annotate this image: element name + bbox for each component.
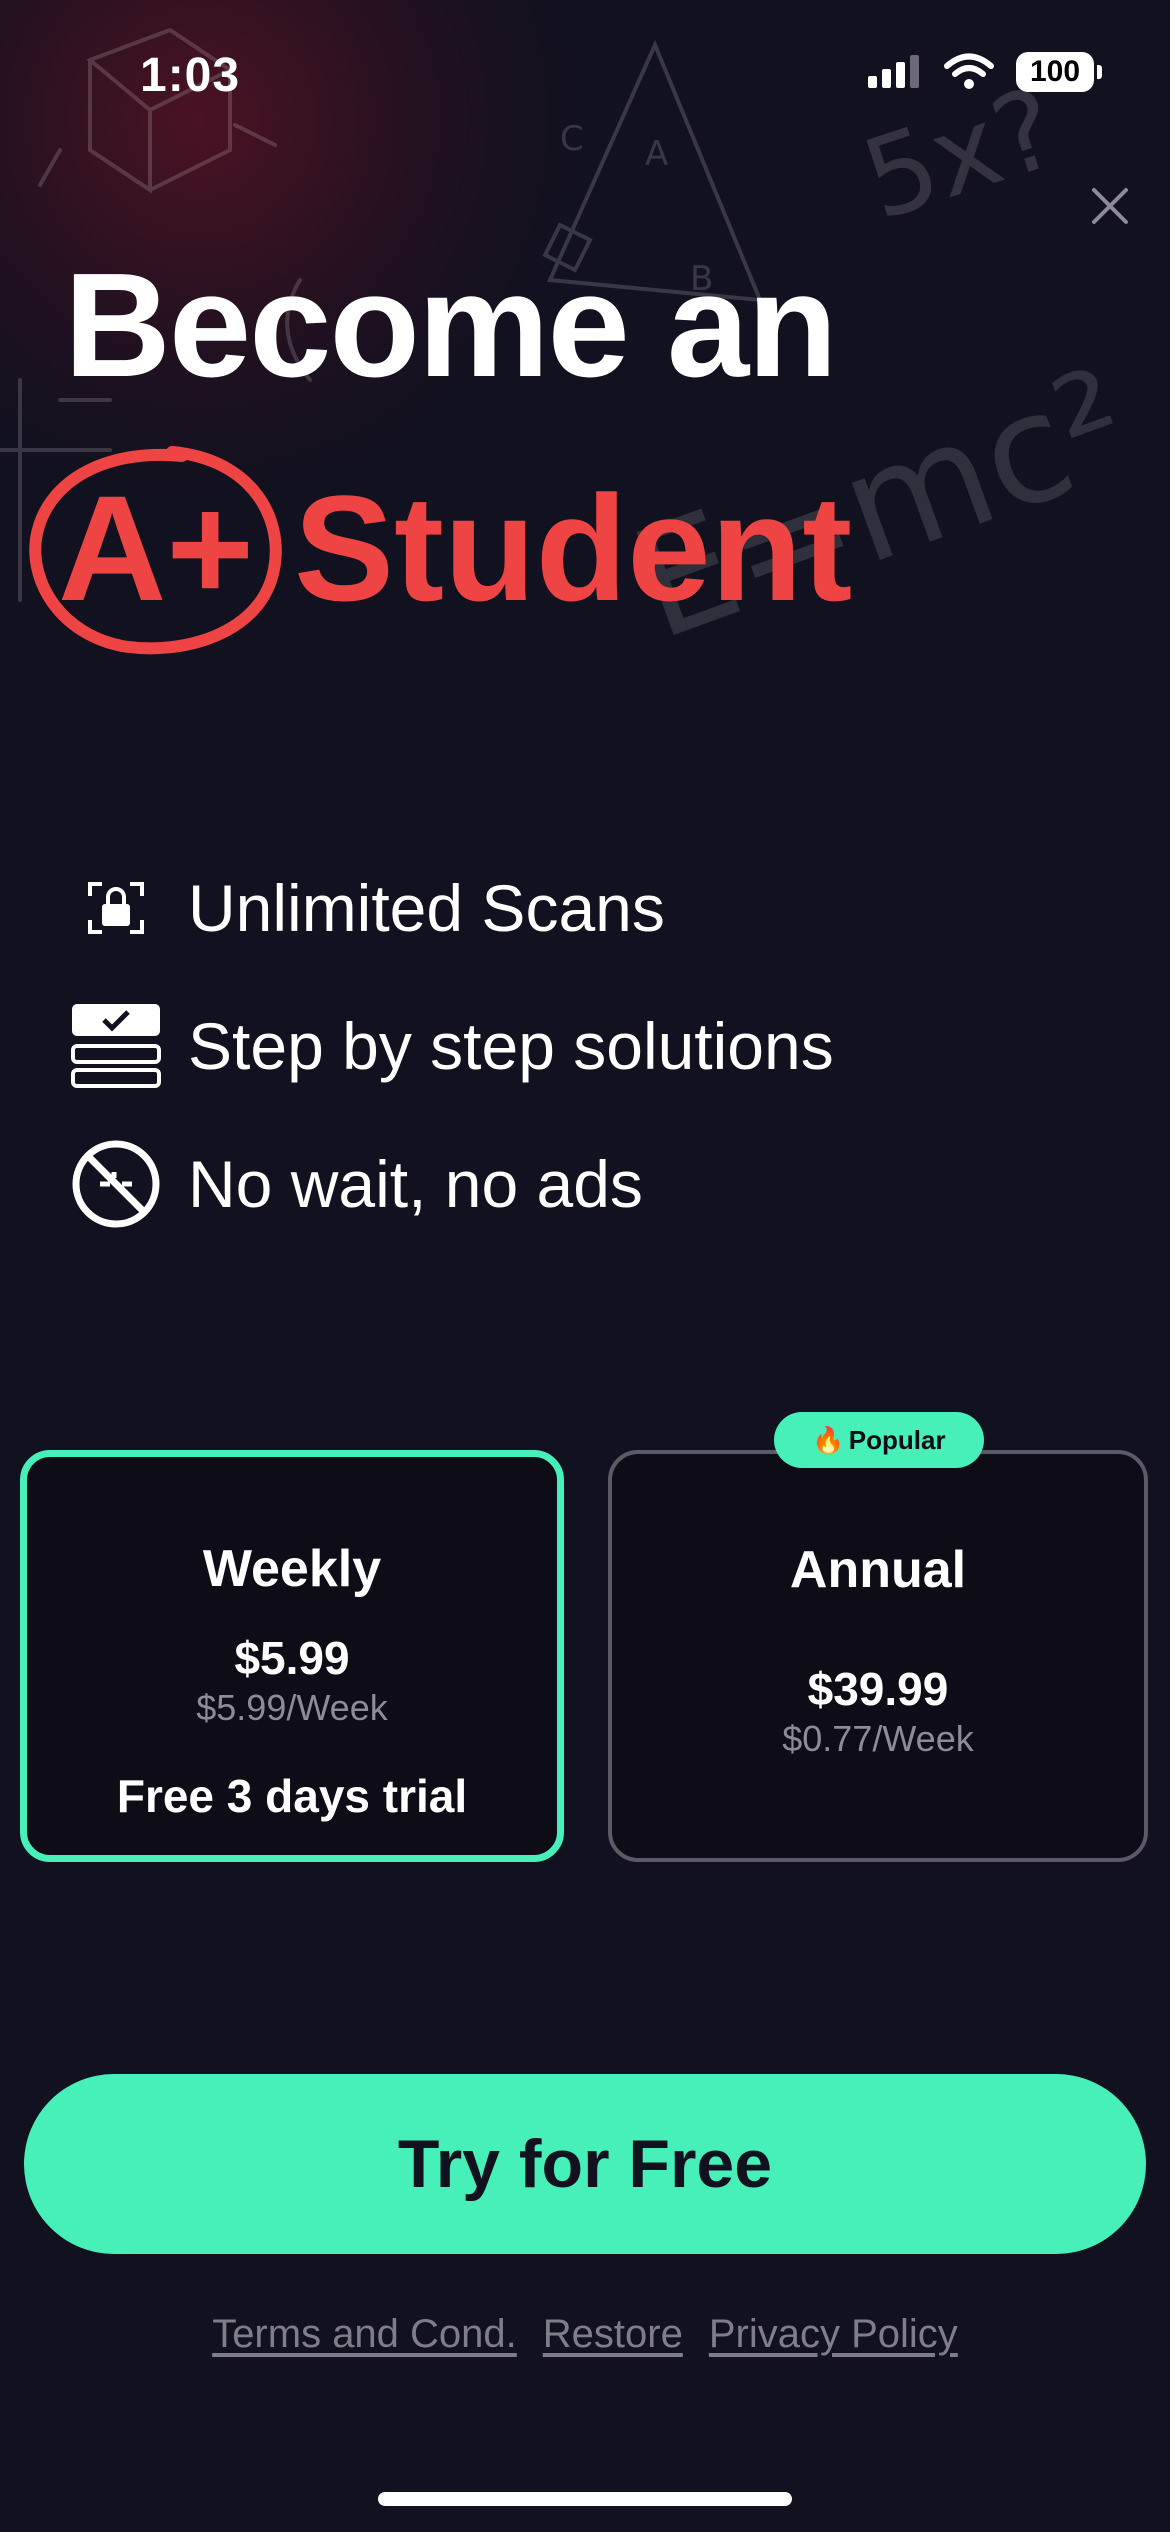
status-time: 1:03 — [140, 49, 241, 102]
no-ads-icon — [70, 1138, 162, 1230]
plan-price: $5.99 — [234, 1632, 350, 1684]
a-plus-grade: A+ — [28, 446, 284, 655]
feature-item: Step by step solutions — [70, 998, 834, 1094]
popular-label: Popular — [848, 1424, 946, 1455]
grade-text: A+ — [58, 464, 254, 632]
wifi-icon — [944, 53, 994, 89]
feature-label: Unlimited Scans — [188, 871, 665, 945]
close-button[interactable] — [1082, 178, 1138, 234]
plan-price-per-week: $5.99/Week — [196, 1687, 388, 1728]
plan-name: Annual — [789, 1541, 967, 1599]
try-for-free-button[interactable]: Try for Free — [24, 2074, 1146, 2254]
fire-icon: 🔥 — [812, 1424, 845, 1455]
cellular-signal-icon — [868, 55, 919, 88]
feature-list: Unlimited Scans Step by step solutions N… — [70, 860, 834, 1274]
plan-option-weekly[interactable]: Weekly $5.99 $5.99/Week Free 3 days tria… — [20, 1450, 564, 1862]
plan-option-annual[interactable]: Annual $39.99 $0.77/Week — [608, 1450, 1148, 1862]
plan-price-per-week: $0.77/Week — [782, 1718, 974, 1759]
close-icon — [1092, 188, 1128, 224]
feature-item: Unlimited Scans — [70, 860, 834, 956]
battery-icon: 100 — [1016, 52, 1102, 92]
home-indicator[interactable] — [378, 2492, 792, 2506]
headline-student: Student — [294, 464, 853, 632]
popular-badge: 🔥 Popular — [774, 1412, 984, 1468]
feature-label: Step by step solutions — [188, 1009, 834, 1083]
plan-trial-text: Free 3 days trial — [116, 1770, 468, 1822]
plan-price: $39.99 — [807, 1663, 949, 1715]
terms-link[interactable]: Terms and Cond. — [212, 2312, 517, 2357]
footer-links: Terms and Cond. Restore Privacy Policy — [0, 2312, 1170, 2357]
paywall-screen: 5x? E=mc² A B C 1:03 100 Become an A+ St… — [0, 0, 1170, 2532]
privacy-policy-link[interactable]: Privacy Policy — [709, 2312, 958, 2357]
plan-name: Weekly — [202, 1540, 382, 1598]
feature-item: No wait, no ads — [70, 1136, 834, 1232]
status-icons: 100 — [868, 52, 1102, 92]
steps-list-icon — [70, 1000, 162, 1092]
headline-line-2: A+ Student — [28, 446, 853, 655]
scan-lock-icon — [70, 862, 162, 954]
feature-label: No wait, no ads — [188, 1147, 643, 1221]
doodle-label-c: C — [560, 119, 584, 159]
headline-line-1: Become an — [64, 243, 838, 408]
battery-level: 100 — [1029, 55, 1081, 88]
restore-link[interactable]: Restore — [543, 2312, 683, 2357]
doodle-label-a: A — [645, 134, 668, 174]
